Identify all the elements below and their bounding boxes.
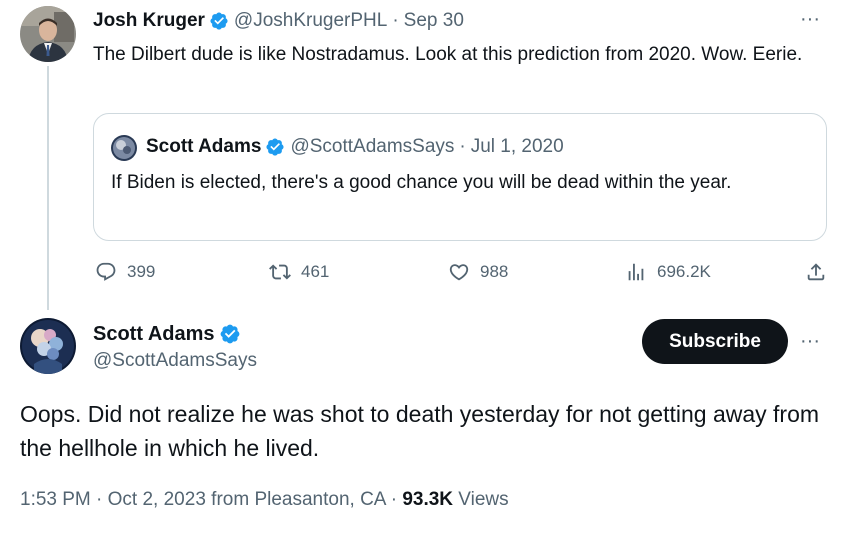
- avatar-josh-kruger[interactable]: [20, 6, 76, 62]
- more-icon[interactable]: ···: [800, 8, 820, 31]
- quoted-author-handle: @ScottAdamsSays: [290, 136, 455, 157]
- views-button[interactable]: 696.2K: [625, 257, 711, 287]
- separator-dot: ·: [459, 136, 466, 157]
- verified-badge-icon: [209, 11, 229, 31]
- separator-dot: ·: [90, 489, 108, 510]
- share-icon: [805, 261, 837, 283]
- quoted-text: If Biden is elected, there's a good chan…: [111, 172, 732, 193]
- tweet-actions: 399 461 988 696.2K: [93, 257, 833, 287]
- reply-count: 399: [127, 262, 156, 281]
- repost-button[interactable]: 461: [269, 257, 329, 287]
- tweet-location: from Pleasanton, CA: [205, 489, 386, 510]
- main-author-name[interactable]: Scott Adams: [93, 323, 215, 346]
- thread-connector-line: [47, 66, 49, 310]
- repost-count: 461: [301, 262, 330, 281]
- like-count: 988: [480, 262, 509, 281]
- quoted-tweet[interactable]: Scott Adams @ScottAdamsSays · Jul 1, 202…: [93, 113, 827, 241]
- repost-icon: [269, 261, 301, 283]
- avatar-scott-adams-small: [111, 135, 137, 161]
- main-tweet-header: Scott Adams: [93, 320, 246, 348]
- tweet-text: The Dilbert dude is like Nostradamus. Lo…: [93, 44, 803, 65]
- quoted-author-name: Scott Adams: [146, 136, 262, 157]
- tweet-meta: 1:53 PM · Oct 2, 2023 from Pleasanton, C…: [20, 489, 509, 511]
- more-icon[interactable]: ···: [800, 330, 820, 353]
- reply-button[interactable]: 399: [95, 257, 155, 287]
- views-total: 93.3K: [402, 489, 454, 510]
- tweet-full-date[interactable]: Oct 2, 2023: [108, 489, 206, 510]
- avatar-scott-adams[interactable]: [20, 318, 76, 374]
- separator-dot: ·: [392, 10, 399, 31]
- views-icon: [625, 261, 657, 283]
- author-handle[interactable]: @JoshKrugerPHL: [234, 10, 387, 32]
- views-count: 696.2K: [657, 262, 711, 281]
- verified-badge-icon: [219, 323, 241, 345]
- share-button[interactable]: [805, 257, 837, 287]
- tweet-date[interactable]: Sep 30: [404, 10, 464, 32]
- main-tweet-text: Oops. Did not realize he was shot to dea…: [20, 401, 820, 461]
- reply-icon: [95, 261, 127, 283]
- quoted-header: Scott Adams @ScottAdamsSays · Jul 1, 202…: [146, 134, 564, 160]
- main-author-handle[interactable]: @ScottAdamsSays: [93, 350, 257, 372]
- quoted-date: Jul 1, 2020: [470, 136, 564, 157]
- views-label: Views: [453, 489, 509, 510]
- verified-badge-icon: [265, 137, 285, 157]
- like-button[interactable]: 988: [448, 257, 508, 287]
- tweet-header: Josh Kruger @JoshKrugerPHL · Sep 30: [93, 8, 464, 34]
- author-name[interactable]: Josh Kruger: [93, 10, 205, 32]
- subscribe-button[interactable]: Subscribe: [642, 319, 788, 364]
- tweet-time[interactable]: 1:53 PM: [20, 489, 91, 510]
- separator-dot: ·: [385, 489, 403, 510]
- like-icon: [448, 261, 480, 283]
